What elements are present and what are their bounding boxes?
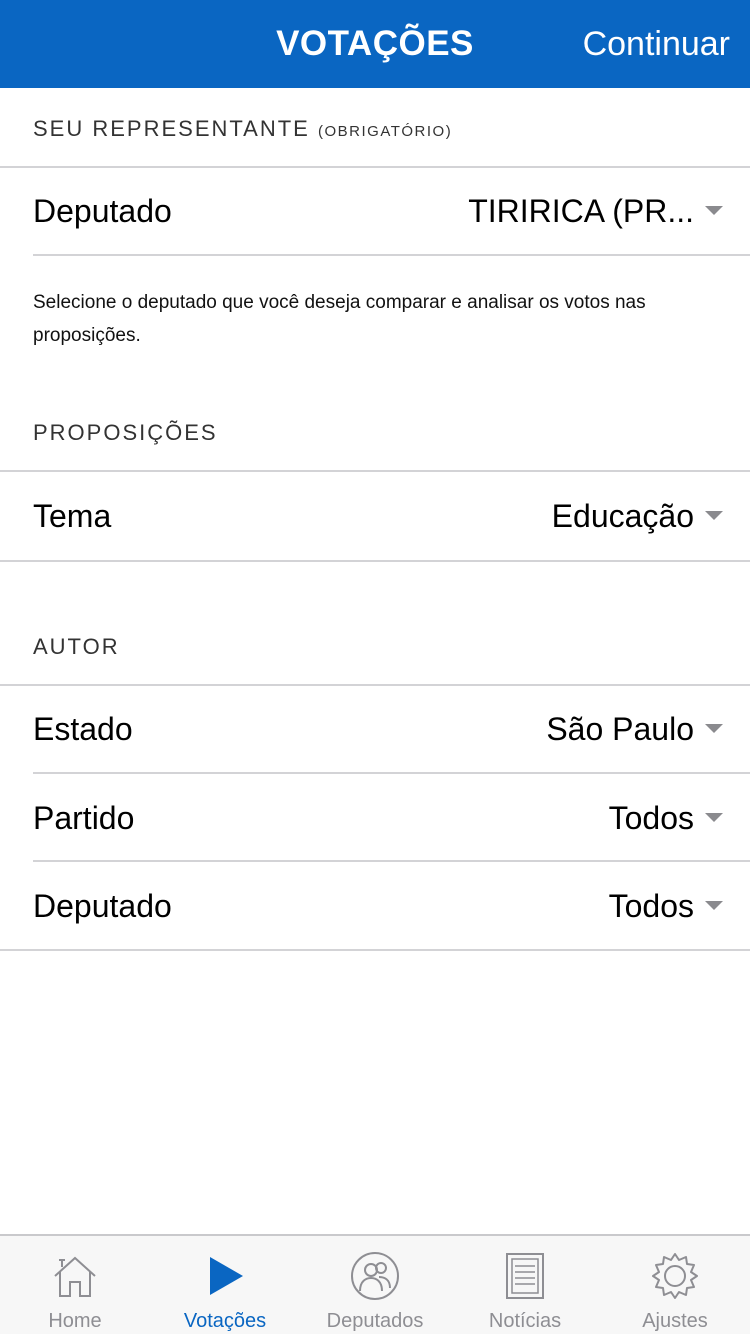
- tab-label: Deputados: [326, 1310, 424, 1332]
- tab-bar: Home Votações Deputados Notícias Ajustes: [0, 1234, 750, 1334]
- tab-label: Home: [48, 1310, 102, 1332]
- row-value: TIRIRICA (PR...: [468, 193, 694, 229]
- dropdown-caret-icon: [705, 901, 723, 910]
- divider: [0, 949, 750, 951]
- section-header-propositions: PROPOSIÇÕES: [33, 420, 218, 445]
- party-row[interactable]: Partido Todos: [0, 775, 750, 861]
- app-screen: VOTAÇÕES Continuar SEU REPRESENTANTE (OB…: [0, 0, 750, 1334]
- theme-row[interactable]: Tema Educação: [0, 473, 750, 559]
- row-value: São Paulo: [546, 711, 694, 747]
- people-icon: [351, 1252, 399, 1300]
- representative-deputy-row[interactable]: Deputado TIRIRICA (PR...: [0, 168, 750, 254]
- tab-label: Ajustes: [642, 1310, 708, 1332]
- row-label: Deputado: [33, 888, 172, 924]
- row-value: Educação: [551, 498, 694, 534]
- divider: [0, 470, 750, 472]
- tab-deputados[interactable]: Deputados: [300, 1236, 450, 1334]
- dropdown-caret-icon: [705, 813, 723, 822]
- tab-ajustes[interactable]: Ajustes: [600, 1236, 750, 1334]
- helper-text: Selecione o deputado que você deseja com…: [33, 292, 646, 346]
- gear-icon: [652, 1253, 698, 1299]
- row-label: Partido: [33, 800, 135, 836]
- row-value: Todos: [608, 800, 694, 836]
- dropdown-caret-icon: [705, 206, 723, 215]
- row-label: Tema: [33, 498, 112, 534]
- required-note: (OBRIGATÓRIO): [317, 123, 453, 140]
- state-row[interactable]: Estado São Paulo: [0, 686, 750, 772]
- dropdown-caret-icon: [705, 511, 723, 520]
- author-deputy-row[interactable]: Deputado Todos: [0, 863, 750, 949]
- divider: [0, 560, 750, 562]
- newspaper-icon: [506, 1253, 544, 1299]
- section-header-author: AUTOR: [33, 634, 120, 659]
- continue-button[interactable]: Continuar: [583, 0, 730, 88]
- tab-home[interactable]: Home: [0, 1236, 150, 1334]
- divider: [33, 254, 750, 256]
- section-header-representative: SEU REPRESENTANTE (OBRIGATÓRIO): [33, 116, 452, 142]
- row-label: Estado: [33, 711, 133, 747]
- navigation-bar: VOTAÇÕES Continuar: [0, 0, 750, 88]
- dropdown-caret-icon: [705, 724, 723, 733]
- divider: [33, 860, 750, 862]
- tab-label: Votações: [183, 1310, 267, 1332]
- tab-label: Notícias: [488, 1310, 562, 1332]
- home-icon: [54, 1256, 96, 1297]
- row-label: Deputado: [33, 193, 172, 229]
- play-icon: [210, 1257, 243, 1295]
- divider: [33, 772, 750, 774]
- section-header-label: SEU REPRESENTANTE: [33, 116, 310, 141]
- tab-votacoes[interactable]: Votações: [150, 1236, 300, 1334]
- tab-noticias[interactable]: Notícias: [450, 1236, 600, 1334]
- row-value: Todos: [608, 888, 694, 924]
